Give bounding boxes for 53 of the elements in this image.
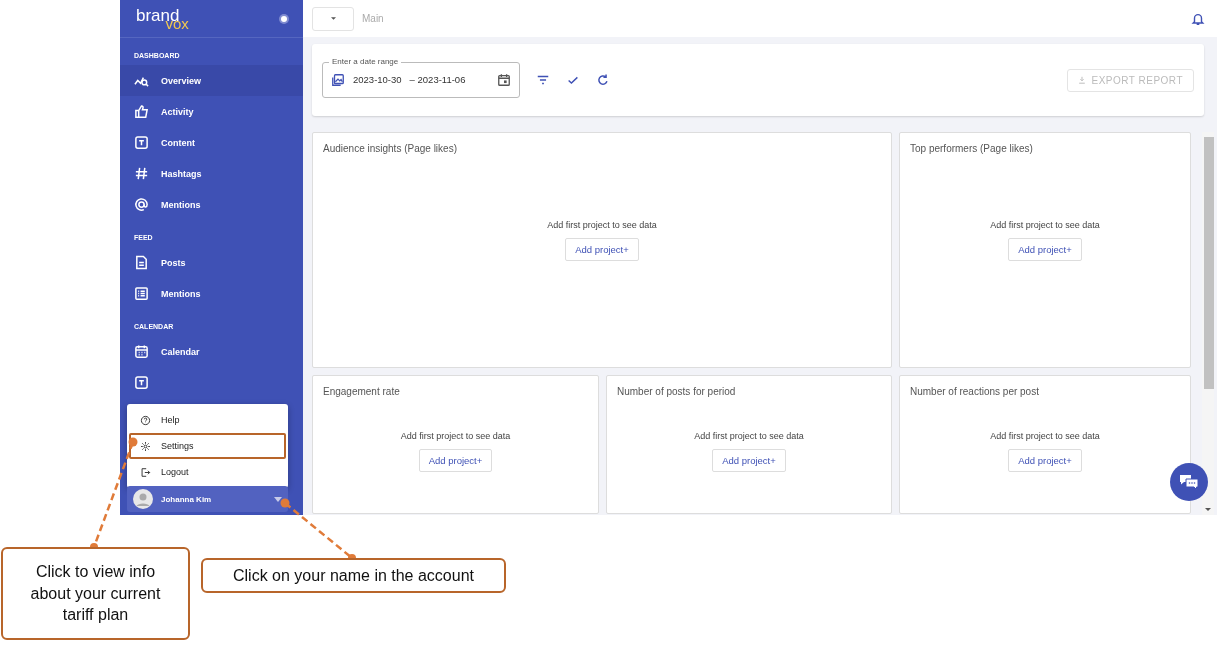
card-title: Top performers (Page likes) [909,142,1034,154]
card-title: Engagement rate [322,385,401,397]
thumbs-up-icon [134,104,149,119]
card-title: Number of posts for period [616,385,737,397]
card-title: Number of reactions per post [909,385,1040,397]
empty-message: Add first project to see data [547,220,657,230]
nav-item[interactable]: Activity [120,96,303,127]
menu-item[interactable]: Settings [129,433,286,459]
add-project-button[interactable]: Add project+ [1008,448,1082,472]
nav-item[interactable]: Overview [120,65,303,96]
callout: Click to view info about your current tariff plan [1,547,190,640]
hashtag-icon [134,166,149,181]
caret-icon [274,496,282,502]
menu-item[interactable]: Logout [129,459,286,485]
add-project-button[interactable]: Add project+ [1008,238,1082,261]
scroll-down-arrow-icon[interactable] [1205,508,1211,511]
menu-item[interactable]: Help [129,407,286,433]
callout: Click on your name in the account [201,558,506,593]
nav-item[interactable]: Content [120,127,303,158]
settings-icon [140,440,151,452]
nav-item[interactable]: Mentions [120,278,303,309]
avatar-icon [133,489,153,509]
content-icon [134,135,149,150]
list-icon [134,286,149,301]
radio-icon[interactable] [281,15,287,22]
empty-message: Add first project to see data [990,430,1100,441]
calendar-icon[interactable] [497,72,511,87]
filter-icon[interactable] [536,73,550,87]
add-project-button[interactable]: Add project+ [418,448,493,472]
card-title: Audience insights (Page likes) [322,142,458,154]
logout-icon [140,466,151,478]
content-icon [134,375,149,390]
nav-item[interactable]: Mentions [120,189,303,220]
caret-icon [330,17,336,20]
chat-bubbles-icon [1179,474,1199,490]
nav-item[interactable]: Posts [120,247,303,278]
calendar-icon [134,344,149,359]
add-project-button[interactable]: Add project+ [565,238,639,261]
refresh-icon[interactable] [596,73,610,87]
user-account-button[interactable]: Johanna Kim [127,486,288,512]
gallery-icon [331,72,345,87]
empty-message: Add first project to see data [694,430,804,441]
empty-message: Add first project to see data [400,430,511,441]
empty-message: Add first project to see data [990,220,1100,230]
help-icon [140,414,151,426]
nav-item[interactable]: Hashtags [120,158,303,189]
at-sign-icon [134,197,149,212]
notification-bell-icon[interactable] [1191,11,1205,26]
breadcrumb: Main [362,13,385,24]
document-icon [134,255,149,270]
nav-item[interactable]: Calendar [120,336,303,367]
download-icon [1078,76,1087,84]
add-project-button[interactable]: Add project+ [712,448,786,472]
